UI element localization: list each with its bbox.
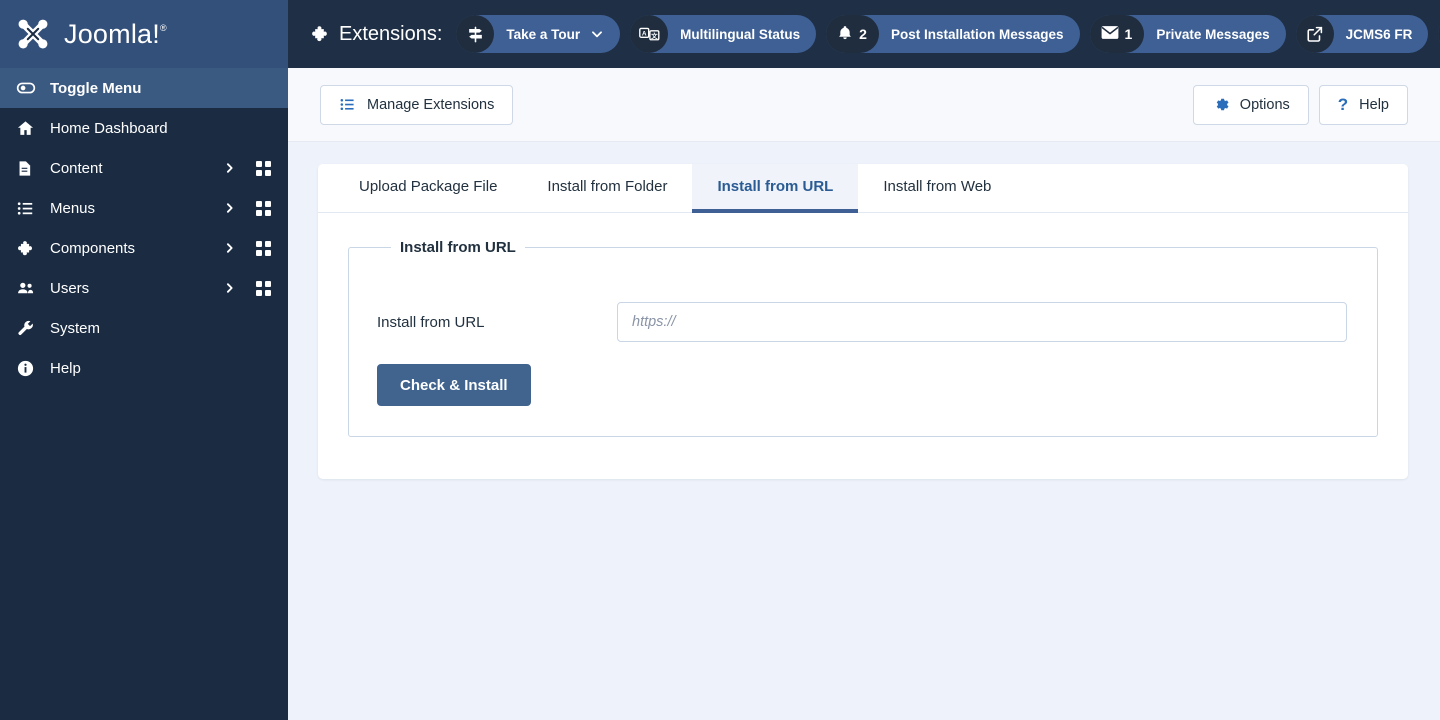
tab-install-from-web[interactable]: Install from Web (858, 164, 1016, 213)
options-label: Options (1239, 96, 1290, 113)
chevron-right-icon[interactable] (218, 241, 240, 255)
info-circle-icon (16, 359, 42, 378)
home-icon (16, 119, 42, 138)
tab-label: Install from Folder (547, 178, 668, 195)
users-icon (16, 279, 42, 298)
multilingual-status-button[interactable]: A 文 Multilingual Status (630, 15, 817, 53)
content-region: Upload Package File Install from Folder … (288, 142, 1440, 479)
svg-text:文: 文 (650, 30, 658, 39)
manage-extensions-label: Manage Extensions (367, 96, 495, 113)
tab-label: Upload Package File (359, 178, 498, 195)
sidebar-item-label: Users (50, 279, 90, 297)
toggle-switch-icon (16, 78, 42, 98)
fieldset-legend: Install from URL (400, 239, 516, 256)
take-a-tour-label: Take a Tour (506, 26, 581, 42)
post-installation-messages-button[interactable]: 2 Post Installation Messages (826, 15, 1080, 53)
install-card: Upload Package File Install from Folder … (318, 164, 1408, 479)
help-button[interactable]: ? Help (1318, 84, 1408, 125)
sidebar-item-components[interactable]: Components (0, 228, 288, 268)
sidebar-item-system[interactable]: System (0, 308, 288, 348)
private-messages-button[interactable]: 1 Private Messages (1089, 15, 1286, 53)
translate-icon: A 文 (630, 15, 669, 53)
gear-icon (1212, 96, 1229, 113)
document-icon (16, 159, 42, 178)
sidebar: Joomla!® Toggle Menu Home Dashboard Cont… (0, 0, 288, 720)
admin-app: Joomla!® Toggle Menu Home Dashboard Cont… (0, 0, 1440, 720)
sidebar-item-toggle-menu[interactable]: Toggle Menu (0, 68, 288, 108)
post-installation-messages-label: Post Installation Messages (890, 26, 1064, 42)
sidebar-item-label: System (50, 319, 101, 337)
chevron-right-icon[interactable] (218, 201, 240, 215)
take-a-tour-button[interactable]: Take a Tour (456, 15, 621, 53)
puzzle-icon (16, 239, 42, 258)
site-name-label: JCMS6 FR (1345, 26, 1413, 42)
signpost-icon (456, 15, 495, 53)
sidebar-item-label: Menus (50, 199, 96, 217)
joomla-logo-icon (12, 13, 54, 55)
messages-count: 1 (1124, 26, 1133, 42)
external-link-icon (1295, 15, 1334, 53)
help-label: Help (1359, 96, 1389, 113)
tab-upload-package-file[interactable]: Upload Package File (334, 164, 522, 213)
main-region: Extensions: Take a Tour A 文 Multilingual… (288, 0, 1440, 720)
tab-install-from-url[interactable]: Install from URL (692, 164, 859, 213)
svg-text:A: A (642, 30, 647, 37)
sidebar-item-label: Components (50, 239, 136, 257)
toolbar-right-group: Options ? Help (1192, 84, 1408, 125)
tab-label: Install from URL (717, 178, 834, 195)
bell-icon (837, 24, 853, 44)
sidebar-item-menus[interactable]: Menus (0, 188, 288, 228)
page-title-text: Extensions: (339, 22, 443, 45)
sidebar-item-home-dashboard[interactable]: Home Dashboard (0, 108, 288, 148)
private-messages-label: Private Messages (1156, 26, 1270, 42)
brand-name: Joomla!® (64, 18, 167, 49)
envelope-icon (1101, 25, 1119, 43)
visit-site-button[interactable]: JCMS6 FR (1295, 15, 1429, 53)
check-and-install-button[interactable]: Check & Install (377, 364, 531, 406)
sidebar-item-label: Home Dashboard (50, 119, 168, 137)
top-header: Extensions: Take a Tour A 文 Multilingual… (288, 0, 1440, 68)
tab-label: Install from Web (883, 178, 992, 195)
install-from-url-panel: Install from URL Install from URL Check … (318, 213, 1408, 479)
multilingual-status-label: Multilingual Status (680, 26, 801, 42)
notifications-badge: 2 (826, 15, 879, 53)
install-url-input[interactable] (617, 302, 1347, 342)
sidebar-item-content[interactable]: Content (0, 148, 288, 188)
messages-badge: 1 (1089, 15, 1145, 53)
toolbar: Manage Extensions Options ? Help (288, 68, 1440, 142)
grid-icon[interactable] (252, 240, 274, 256)
install-tabs: Upload Package File Install from Folder … (318, 164, 1408, 213)
question-mark-icon: ? (1337, 95, 1349, 114)
url-form-row: Install from URL (377, 302, 1349, 342)
install-from-url-fieldset: Install from URL Install from URL Check … (348, 239, 1378, 437)
page-title: Extensions: (310, 23, 442, 46)
joomla-logo[interactable]: Joomla!® (12, 13, 167, 55)
puzzle-icon (310, 24, 330, 44)
grid-icon[interactable] (252, 280, 274, 296)
notifications-count: 2 (859, 26, 867, 42)
sidebar-item-label: Help (50, 359, 81, 377)
options-button[interactable]: Options (1192, 84, 1309, 125)
list-icon (339, 96, 356, 113)
tab-install-from-folder[interactable]: Install from Folder (522, 164, 692, 213)
list-icon (16, 199, 42, 218)
wrench-icon (16, 319, 42, 338)
url-field-label: Install from URL (377, 313, 485, 331)
chevron-right-icon[interactable] (218, 281, 240, 295)
sidebar-item-label: Content (50, 159, 103, 177)
sidebar-item-users[interactable]: Users (0, 268, 288, 308)
sidebar-item-help[interactable]: Help (0, 348, 288, 388)
sidebar-menu: Toggle Menu Home Dashboard Content Menus… (0, 68, 288, 388)
grid-icon[interactable] (252, 160, 274, 176)
chevron-down-icon[interactable] (590, 27, 604, 41)
manage-extensions-button[interactable]: Manage Extensions (320, 84, 514, 125)
brand-header[interactable]: Joomla!® (0, 0, 288, 68)
toolbar-left-group: Manage Extensions (320, 84, 514, 125)
chevron-right-icon[interactable] (218, 161, 240, 175)
sidebar-item-label: Toggle Menu (50, 79, 142, 97)
grid-icon[interactable] (252, 200, 274, 216)
